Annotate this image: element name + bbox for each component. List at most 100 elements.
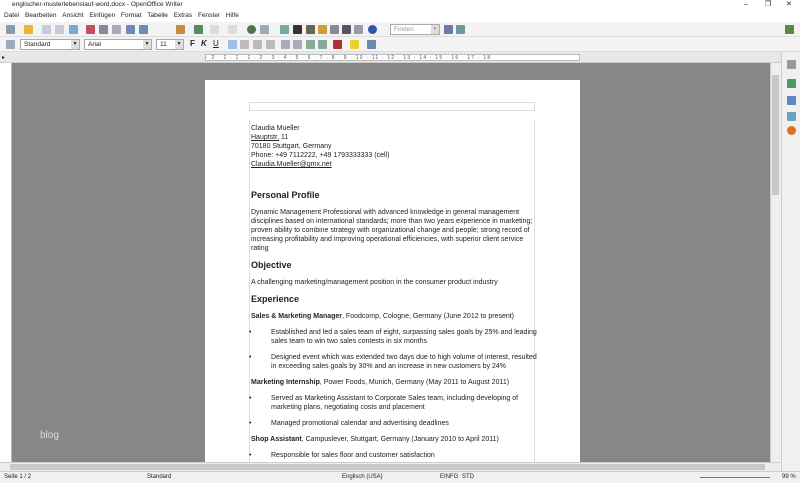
paste-icon[interactable] bbox=[176, 25, 185, 34]
header-area[interactable] bbox=[249, 102, 535, 111]
gallery-icon[interactable] bbox=[318, 25, 327, 34]
formatting-marks-icon[interactable] bbox=[342, 25, 351, 34]
increase-indent-icon[interactable] bbox=[318, 40, 327, 49]
font-name-select[interactable]: Arial ▼ bbox=[84, 39, 152, 50]
sidebar-panel bbox=[781, 52, 800, 471]
find-next-icon[interactable] bbox=[456, 25, 465, 34]
hyperlink-icon[interactable] bbox=[247, 25, 256, 34]
minimize-button[interactable]: – bbox=[744, 0, 748, 10]
horizontal-scrollbar[interactable] bbox=[0, 462, 780, 471]
list-item: Served as Marketing Assistant to Corpora… bbox=[249, 394, 541, 412]
save-icon[interactable] bbox=[42, 25, 51, 34]
title-bar: englischer-musterlebenslauf-word.docx - … bbox=[0, 0, 800, 10]
redo-icon[interactable] bbox=[228, 25, 237, 34]
heading-personal-profile: Personal Profile bbox=[251, 190, 320, 200]
font-color-icon[interactable] bbox=[333, 40, 342, 49]
selection-mode[interactable]: STD bbox=[462, 472, 474, 483]
zoom-icon[interactable] bbox=[354, 25, 363, 34]
open-icon[interactable] bbox=[24, 25, 33, 34]
menu-ansicht[interactable]: Ansicht bbox=[62, 10, 83, 22]
underline-button[interactable]: U bbox=[213, 39, 219, 48]
autospellcheck-icon[interactable] bbox=[139, 25, 148, 34]
vertical-ruler[interactable] bbox=[0, 63, 12, 462]
align-right-icon[interactable] bbox=[253, 40, 262, 49]
page-count: Seite 1 / 2 bbox=[4, 474, 32, 480]
justify-icon[interactable] bbox=[266, 40, 275, 49]
document-page[interactable]: Claudia Mueller Hauptstr. 11 70180 Stutt… bbox=[205, 80, 580, 462]
gallery-icon[interactable] bbox=[787, 96, 796, 105]
print-icon[interactable] bbox=[99, 25, 108, 34]
styles-icon[interactable] bbox=[6, 40, 15, 49]
restore-button[interactable]: ❐ bbox=[765, 0, 771, 10]
horizontal-ruler[interactable]: ▸ · 2 · 1 · 1 · 1 · 2 · 3 · 4 · 5 · 6 · … bbox=[0, 52, 800, 63]
bold-button[interactable]: F bbox=[190, 39, 195, 48]
bullets-icon[interactable] bbox=[293, 40, 302, 49]
find-replace-icon[interactable] bbox=[293, 25, 302, 34]
edit-mode-icon[interactable] bbox=[69, 25, 78, 34]
menu-einfuegen[interactable]: Einfügen bbox=[89, 10, 115, 22]
ruler-scale: · 2 · 1 · 1 · 1 · 2 · 3 · 4 · 5 · 6 · 7 … bbox=[205, 54, 580, 61]
draw-icon[interactable] bbox=[280, 25, 289, 34]
zoom-slider[interactable] bbox=[700, 477, 770, 478]
scrollbar-thumb[interactable] bbox=[772, 75, 779, 195]
help-icon[interactable] bbox=[368, 25, 377, 34]
language[interactable]: Englisch (USA) bbox=[342, 472, 383, 483]
job-title-line: Shop Assistant, Campuslever, Stuttgart, … bbox=[251, 436, 499, 443]
email-icon[interactable] bbox=[55, 25, 64, 34]
undo-icon[interactable] bbox=[210, 25, 219, 34]
styles-formatting-icon[interactable] bbox=[787, 79, 796, 88]
job-title-line: Marketing Internship, Power Foods, Munic… bbox=[251, 379, 510, 386]
highlight-icon[interactable] bbox=[350, 40, 359, 49]
menu-hilfe[interactable]: Hilfe bbox=[226, 10, 239, 22]
menu-datei[interactable]: Datei bbox=[4, 10, 19, 22]
functions-icon[interactable] bbox=[787, 126, 796, 135]
paragraph-style-select[interactable]: Standard ▼ bbox=[20, 39, 80, 50]
numbering-icon[interactable] bbox=[281, 40, 290, 49]
page-style: Standard bbox=[147, 474, 172, 480]
close-button[interactable]: ✕ bbox=[786, 0, 792, 10]
print-preview-icon[interactable] bbox=[112, 25, 121, 34]
list-item: Responsible for sales floor and customer… bbox=[249, 451, 541, 460]
chevron-down-icon[interactable]: ▼ bbox=[143, 40, 151, 49]
find-previous-icon[interactable] bbox=[444, 25, 453, 34]
menu-tabelle[interactable]: Tabelle bbox=[147, 10, 168, 22]
find-input[interactable]: Finden ▼ bbox=[390, 24, 440, 35]
heading-experience: Experience bbox=[251, 294, 300, 304]
job-title-line: Sales & Marketing Manager, Foodcomp, Col… bbox=[251, 313, 515, 320]
align-center-icon[interactable] bbox=[240, 40, 249, 49]
data-sources-icon[interactable] bbox=[330, 25, 339, 34]
watermark: blog bbox=[40, 430, 59, 441]
menu-fenster[interactable]: Fenster bbox=[198, 10, 220, 22]
contact-street: Hauptstr. 11 bbox=[251, 134, 289, 141]
background-color-icon[interactable] bbox=[367, 40, 376, 49]
menu-extras[interactable]: Extras bbox=[174, 10, 192, 22]
format-paintbrush-icon[interactable] bbox=[194, 25, 203, 34]
standard-toolbar: Finden ▼ bbox=[0, 22, 800, 37]
align-left-icon[interactable] bbox=[228, 40, 237, 49]
spellcheck-icon[interactable] bbox=[126, 25, 135, 34]
insert-mode[interactable]: EINFG bbox=[440, 472, 458, 483]
extension-icon[interactable] bbox=[785, 25, 794, 34]
contact-phone: Phone: +49 7112222, +49 1793333333 (cell… bbox=[251, 152, 390, 159]
export-pdf-icon[interactable] bbox=[86, 25, 95, 34]
menu-bearbeiten[interactable]: Bearbeiten bbox=[25, 10, 56, 22]
contact-email-link[interactable]: Claudia.Mueller@gmx.net bbox=[251, 160, 541, 169]
vertical-scrollbar[interactable] bbox=[770, 63, 780, 462]
navigator-icon[interactable] bbox=[787, 112, 796, 121]
chevron-down-icon[interactable]: ▼ bbox=[431, 25, 439, 34]
heading-objective: Objective bbox=[251, 260, 292, 270]
objective-text: A challenging marketing/management posit… bbox=[251, 279, 498, 286]
chevron-down-icon[interactable]: ▼ bbox=[175, 40, 183, 49]
menu-format[interactable]: Format bbox=[121, 10, 142, 22]
italic-button[interactable]: K bbox=[201, 39, 207, 48]
table-icon[interactable] bbox=[260, 25, 269, 34]
scrollbar-thumb[interactable] bbox=[10, 464, 765, 470]
properties-icon[interactable] bbox=[787, 60, 796, 69]
formatting-toolbar: Standard ▼ Arial ▼ 11 ▼ F K U bbox=[0, 37, 800, 52]
new-document-icon[interactable] bbox=[6, 25, 15, 34]
font-size-select[interactable]: 11 ▼ bbox=[156, 39, 184, 50]
tab-stop-icon[interactable]: ▸ bbox=[2, 54, 5, 61]
chevron-down-icon[interactable]: ▼ bbox=[71, 40, 79, 49]
navigator-icon[interactable] bbox=[306, 25, 315, 34]
decrease-indent-icon[interactable] bbox=[306, 40, 315, 49]
